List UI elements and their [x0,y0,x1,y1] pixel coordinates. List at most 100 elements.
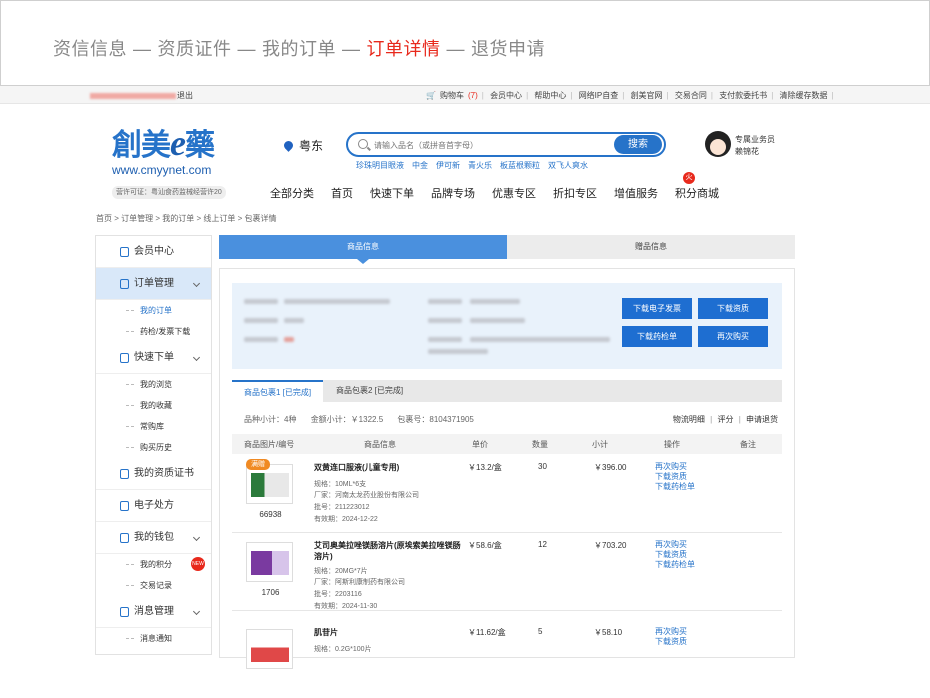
hot-word[interactable]: 青火乐 [468,161,492,170]
sidebar: 会员中心 订单管理 我的订单 药检/发票下载 快速下单 我的浏览 我的收藏 常购… [95,235,212,655]
product-image[interactable] [246,542,293,582]
download-qualification-button[interactable]: 下载资质 [698,298,768,319]
order-panel: 下载电子发票 下载资质 下载药检单 再次购买 商品包裹1 [已完成] 商品包裹2… [219,268,795,669]
nav-quick-order[interactable]: 快速下单 [370,188,414,200]
cart-link[interactable]: 购物车 [440,91,464,100]
clear-cache-link[interactable]: 清除缓存数据 [780,91,828,100]
sidebar-wallet[interactable]: 我的钱包 [96,522,211,554]
contract-link[interactable]: 交易合同 [675,91,707,100]
sidebar-order-management[interactable]: 订单管理 [96,268,211,300]
sidebar-frequent[interactable]: 常购库 [96,416,211,437]
return-request-link[interactable]: 申请退货 [746,415,778,424]
hot-word[interactable]: 中金 [412,161,428,170]
row-download-report-link[interactable]: 下载药检单 [655,482,695,492]
col-product-info: 商品信息 [364,440,396,449]
product-spec: 规格：0.2G*100片 [314,646,372,653]
sidebar-my-orders[interactable]: 我的订单 [96,300,211,321]
member-center-link[interactable]: 会员中心 [490,91,522,100]
row-actions: 再次购买 下载资质 下载药检单 [655,462,695,492]
sidebar-member-center[interactable]: 会员中心 [96,236,211,268]
nav-sale-zone[interactable]: 折扣专区 [553,188,597,200]
row-rebuy-link[interactable]: 再次购买 [655,627,687,637]
step-my-orders[interactable]: 我的订单 [262,39,336,59]
official-site-link[interactable]: 創美官网 [631,91,663,100]
nav-brand[interactable]: 品牌专场 [431,188,475,200]
order-icon [120,279,129,289]
logo-url: www.cmyynet.com [112,163,212,177]
product-name[interactable]: 双黄连口服液(儿童专用) [314,462,464,473]
site-logo[interactable]: 創美e藥 www.cmyynet.com [112,125,237,182]
product-expiry: 有效期：2024-12-22 [314,516,378,523]
sidebar-transactions[interactable]: 交易记录 [96,575,211,596]
sidebar-my-points[interactable]: 我的积分 NEW [96,554,211,575]
promo-tag: 满赠 [246,459,270,470]
blurred-text [284,337,294,342]
ip-check-link[interactable]: 网络IP自查 [579,91,619,100]
step-order-detail[interactable]: 订单详情 [367,39,441,59]
row-actions: 再次购买 下载资质 下载药检单 [655,540,695,570]
hot-word[interactable]: 板蓝根颗粒 [500,161,540,170]
table-row: 1706 艾司奥美拉唑镁肠溶片(原埃索美拉唑镁肠溶片) 规格：20MG*7片 厂… [232,534,782,611]
search-button[interactable]: 搜索 [614,135,662,154]
step-credit-info[interactable]: 资信信息 [53,39,127,59]
logistics-link[interactable]: 物流明细 [673,415,705,424]
sidebar-notifications[interactable]: 消息通知 [96,628,211,649]
breadcrumb[interactable]: 首页 > 订单管理 > 我的订单 > 线上订单 > 包裹详情 [96,213,276,224]
nav-points-mall[interactable]: 积分商城 [675,188,719,200]
sidebar-qualification[interactable]: 我的资质证书 [96,458,211,490]
nav-all-categories[interactable]: 全部分类 [270,188,314,200]
sidebar-favorites[interactable]: 我的收藏 [96,395,211,416]
tab-gift-info[interactable]: 赠品信息 [507,235,795,259]
row-download-report-link[interactable]: 下载药检单 [655,560,695,570]
location-selector[interactable]: 粤东 [282,137,323,154]
step-return-request[interactable]: 退货申请 [471,39,545,59]
search-bar: 搜索 [346,132,666,157]
row-rebuy-link[interactable]: 再次购买 [655,540,695,550]
product-spec: 规格：20MG*7片 [314,568,368,575]
unit-price: ￥11.62/盒 [468,628,506,637]
row-rebuy-link[interactable]: 再次购买 [655,462,695,472]
product-name[interactable]: 肌苷片 [314,627,464,638]
quantity: 12 [538,540,547,549]
tab-package-2[interactable]: 商品包裹2 [已完成] [324,380,415,402]
rate-link[interactable]: 评分 [717,415,733,424]
row-download-qualification-link[interactable]: 下载资质 [655,550,695,560]
sidebar-browse-history[interactable]: 我的浏览 [96,374,211,395]
blurred-username [90,92,176,99]
message-icon [120,607,129,617]
tab-package-1[interactable]: 商品包裹1 [已完成] [232,380,324,402]
sidebar-messages[interactable]: 消息管理 [96,596,211,628]
product-image[interactable] [246,629,293,669]
sidebar-quick-order[interactable]: 快速下单 [96,342,211,374]
payment-authorization-link[interactable]: 支付款委托书 [719,91,767,100]
product-name[interactable]: 艾司奥美拉唑镁肠溶片(原埃索美拉唑镁肠溶片) [314,540,464,562]
product-batch: 批号：211223012 [314,504,370,511]
logout-link[interactable]: 退出 [177,90,193,101]
product-maker: 厂家：阿斯利康制药有限公司 [314,579,405,586]
unit-price: ￥13.2/盒 [468,463,502,472]
member-icon [120,247,129,257]
help-center-link[interactable]: 帮助中心 [534,91,566,100]
row-download-qualification-link[interactable]: 下载资质 [655,637,687,647]
product-image[interactable]: 满赠 [246,459,293,504]
search-input[interactable] [374,137,604,153]
sidebar-report-download[interactable]: 药检/发票下载 [96,321,211,342]
agent-title: 专属业务员 [735,135,775,144]
hot-word[interactable]: 伊可新 [436,161,460,170]
hot-word[interactable]: 双飞人爽水 [548,161,588,170]
col-quantity: 数量 [532,440,548,449]
nav-home[interactable]: 首页 [331,188,353,200]
sidebar-prescription[interactable]: 电子处方 [96,490,211,522]
tab-goods-info[interactable]: 商品信息 [219,235,507,264]
nav-discount-zone[interactable]: 优惠专区 [492,188,536,200]
download-report-button[interactable]: 下载药检单 [622,326,692,347]
sidebar-purchase-history[interactable]: 购买历史 [96,437,211,458]
download-invoice-button[interactable]: 下载电子发票 [622,298,692,319]
step-qualification[interactable]: 资质证件 [158,39,232,59]
nav-value-added[interactable]: 增值服务 [614,188,658,200]
hot-word[interactable]: 珍珠明目眼液 [356,161,404,170]
rebuy-button[interactable]: 再次购买 [698,326,768,347]
amount-subtotal: 金额小计：￥1322.5 [310,415,384,424]
cart-icon[interactable]: 🛒 [426,91,436,100]
row-download-qualification-link[interactable]: 下载资质 [655,472,695,482]
